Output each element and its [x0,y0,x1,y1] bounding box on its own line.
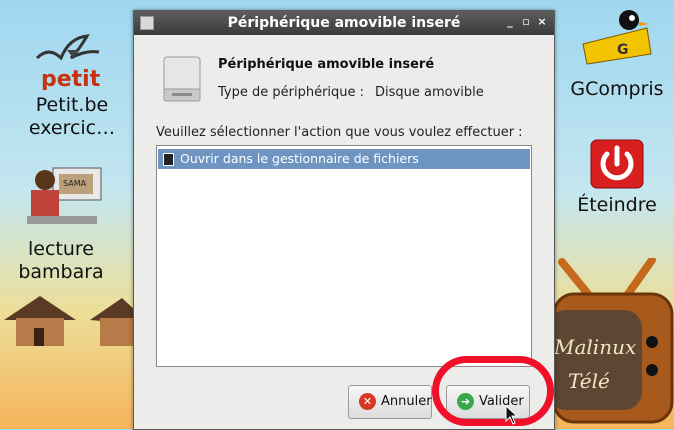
lecture-label: lecture bambara [18,238,104,283]
gcompris-label: GCompris [570,78,664,100]
desktop-icon-gcompris[interactable]: G GCompris [560,4,674,101]
removable-drive-icon [163,56,201,102]
dialog-heading: Périphérique amovible inseré [218,57,435,72]
gcompris-icon: G [582,10,652,65]
desktop-icon-petit[interactable]: petit Petit.be exercic… [12,28,132,140]
tele-line1: Malinux [553,335,636,359]
cancel-button[interactable]: ✕ Annuler [348,385,432,419]
action-prompt: Veuillez sélectionner l'action que vous … [156,125,523,140]
minimize-button[interactable]: _ [504,16,516,28]
device-type-value: Disque amovible [375,85,484,100]
petit-logo-icon: petit [35,34,101,92]
hut-image [4,296,137,346]
eteindre-label: Éteindre [577,194,657,216]
close-button[interactable]: × [536,16,548,28]
power-icon [590,139,644,189]
file-manager-icon [163,153,174,166]
sama-tag: SAMA [63,179,87,188]
petit-logo-text: petit [41,67,101,90]
gcompris-tag: G [617,42,629,58]
cancel-button-label: Annuler [381,394,432,409]
petit-label: Petit.be exercic… [28,94,116,139]
tele-line2: Télé [568,369,610,393]
desktop-icon-eteindre[interactable]: Éteindre [560,138,674,217]
mouse-cursor-icon [505,405,519,425]
action-item-open-file-manager[interactable]: Ouvrir dans le gestionnaire de fichiers [158,149,530,169]
lecture-icon: SAMA [27,167,102,224]
malinux-tele-icon[interactable]: Malinux Télé [548,258,674,426]
device-type-label: Type de périphérique : [218,85,365,100]
desktop-icon-lecture[interactable]: SAMA lecture bambara [6,162,116,284]
red-highlight-annotation [432,356,554,426]
action-list[interactable]: Ouvrir dans le gestionnaire de fichiers [156,145,532,367]
action-item-label: Ouvrir dans le gestionnaire de fichiers [180,151,419,166]
maximize-button[interactable]: ▫ [520,16,532,28]
cancel-icon: ✕ [359,393,376,410]
dialog-title: Périphérique amovible inseré [227,15,461,31]
dialog-titlebar[interactable]: Périphérique amovible inseré _ ▫ × [134,11,554,35]
